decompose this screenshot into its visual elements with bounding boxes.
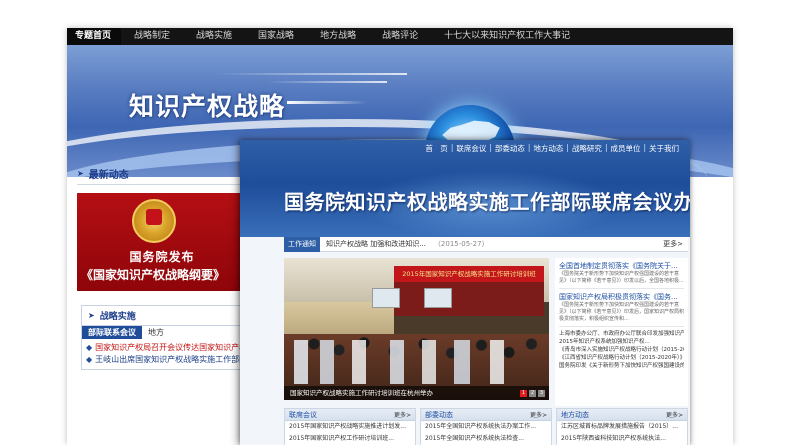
nav-member-units[interactable]: 成员单位: [607, 143, 643, 154]
notice-tag: 工作通知: [284, 236, 320, 252]
nav-ministry-news[interactable]: 部委动态: [492, 143, 528, 154]
implementation-tabs: 部际联系会议 地方: [82, 326, 250, 339]
headline-news-panel: 全国首地制定贯彻落实《国务院关于... 《国务院关于新形势下加快知识产权强国建设…: [555, 258, 688, 406]
nav-office-home[interactable]: 首 页: [422, 143, 451, 154]
pager-dot[interactable]: 1: [520, 390, 527, 397]
nav-joint-meeting[interactable]: 联席会议: [453, 143, 489, 154]
bullet-icon: ◆: [86, 343, 93, 352]
list-item[interactable]: ◆王岐山出席国家知识产权战略实施工作部际联席: [86, 354, 246, 366]
nav-strategy-implementation[interactable]: 战略实施: [183, 28, 245, 45]
emblem-center: [146, 209, 162, 225]
photo-screen: [372, 288, 400, 308]
nav-strategy-research[interactable]: 战略研究: [569, 143, 605, 154]
banner-streak: [267, 81, 387, 83]
headline-2-title[interactable]: 国家知识产权局积极贯彻落实《国务...: [559, 292, 684, 302]
office-title: 国务院知识产权战略实施工作部际联席会议办公室: [284, 190, 690, 214]
nav-about-us[interactable]: 关于我们: [646, 143, 682, 154]
nav-strategy-formulation[interactable]: 战略制定: [121, 28, 183, 45]
box-item[interactable]: 2015年陕西省科技知识产权系统执法...: [557, 433, 687, 445]
notice-more-link[interactable]: 更多>: [663, 239, 683, 249]
news-photo-slideshow[interactable]: 2015年国家知识产权战略实施工作研讨培训班 国家知识产权战略实施工作研讨培训班…: [284, 258, 549, 400]
implementation-heading-text: 战略实施: [99, 312, 136, 322]
nav-home[interactable]: 专题首页: [67, 28, 122, 45]
news-line[interactable]: 《青岛市深入实施知识产权战略行动计划（2015-2020...: [559, 346, 684, 354]
arrow-right-icon: ➤: [88, 311, 95, 320]
latest-news-section: ➤ 最新动态 国务院发布 《国家知识产权战略纲要》: [77, 166, 247, 291]
implementation-heading: ➤ 战略实施: [82, 306, 250, 326]
screenshot-stage: 专题首页 战略制定 战略实施 国家战略 地方战略 战略评论 十七大以来知识产权工…: [0, 0, 800, 445]
box-more-link[interactable]: 更多>: [666, 410, 683, 419]
notice-date: （2015-05-27）: [433, 240, 489, 248]
banner-line-1: 国务院发布: [129, 250, 195, 264]
tab-local[interactable]: 地方: [142, 326, 170, 339]
arrow-right-icon: ➤: [77, 169, 84, 178]
pager-dot[interactable]: 2: [529, 390, 536, 397]
topic-nav-bar: 专题首页 战略制定 战略实施 国家战略 地方战略 战略评论 十七大以来知识产权工…: [67, 28, 733, 45]
box-title: 联席会议: [289, 410, 317, 419]
list-item-text: 王岐山出席国家知识产权战略实施工作部际联席: [95, 355, 246, 364]
office-header: 首 页 | 联席会议 | 部委动态 | 地方动态 | 战略研究 | 成员单位 | 关于我们 …: [240, 140, 690, 240]
headline-1-summary: 《国务院关于新形势下加快知识产权强国建设的若干意见》（以下简称《若干意见》）印发…: [559, 271, 684, 284]
box-title: 部委动态: [425, 410, 453, 419]
box-header: 地方动态 更多>: [557, 409, 687, 421]
box-more-link[interactable]: 更多>: [394, 410, 411, 419]
news-line[interactable]: 上海市委办公厅、市政府办公厅联合印发加强知识产权...: [559, 330, 684, 338]
banner-streak: [217, 73, 407, 75]
photo-conference-banner: 2015年国家知识产权战略实施工作研讨培训班: [394, 266, 544, 282]
box-item[interactable]: 2015年国家知识产权战略实施推进计划发...: [285, 421, 415, 433]
box-item[interactable]: 2015年全国知识产权系统执法检查...: [421, 433, 551, 445]
local-news-box: 地方动态 更多> 江苏区城首标品牌发展措施报告（2015）... 2015年陕西省…: [556, 408, 688, 445]
box-title: 地方动态: [561, 410, 589, 419]
nav-local-news[interactable]: 地方动态: [530, 143, 566, 154]
slideshow-pager: 1 2 3: [520, 390, 545, 397]
nav-strategy-review[interactable]: 战略评论: [369, 28, 431, 45]
nav-local-strategy[interactable]: 地方战略: [307, 28, 369, 45]
news-line[interactable]: 2015年知识产权系统加强知识产权...: [559, 338, 684, 346]
banner-line-2: 《国家知识产权战略纲要》: [81, 268, 226, 282]
photo-screen: [424, 288, 452, 308]
news-line[interactable]: 国务院印发《关于新形势下加快知识产权强国建设的...: [559, 362, 684, 370]
list-item[interactable]: ◆ 国家知识产权局召开会议传达国家知识产权: [86, 342, 246, 354]
strategy-outline-banner[interactable]: 国务院发布 《国家知识产权战略纲要》: [77, 193, 247, 291]
box-more-link[interactable]: 更多>: [530, 410, 547, 419]
strategy-implementation-box: ➤ 战略实施 部际联系会议 地方 ◆ 国家知识产权局召开会议传达国家知识产权 ◆ 王…: [81, 305, 251, 370]
list-item-text: 国家知识产权局召开会议传达国家知识产权: [95, 343, 246, 352]
nav-milestones[interactable]: 十七大以来知识产权工作大事记: [431, 28, 583, 45]
nav-national-strategy[interactable]: 国家战略: [245, 28, 307, 45]
ministry-news-box: 部委动态 更多> 2015年全国知识产权系统执法办案工作... 2015年全国知识…: [420, 408, 552, 445]
joint-meeting-office-page: 首 页 | 联席会议 | 部委动态 | 地方动态 | 战略研究 | 成员单位 | 关于我们 …: [240, 140, 690, 445]
bullet-icon: ◆: [86, 355, 93, 364]
office-nav-bar: 首 页 | 联席会议 | 部委动态 | 地方动态 | 战略研究 | 成员单位 | 关于我们: [422, 143, 682, 154]
headline-1-title[interactable]: 全国首地制定贯彻落实《国务院关于...: [559, 261, 684, 271]
divider: [559, 326, 684, 327]
photo-caption: 国家知识产权战略实施工作研讨培训班在杭州举办: [284, 386, 549, 400]
divider: [559, 288, 684, 289]
latest-news-heading: ➤ 最新动态: [77, 166, 247, 185]
news-line[interactable]: 《江西省知识产权战略行动计划（2015-2020年）》印发: [559, 354, 684, 362]
pager-dot[interactable]: 3: [538, 390, 545, 397]
bottom-news-boxes: 联席会议 更多> 2015年国家知识产权战略实施推进计划发... 2015年国家知…: [284, 408, 690, 445]
latest-news-heading-text: 最新动态: [88, 170, 129, 181]
box-header: 联席会议 更多>: [285, 409, 415, 421]
photo-attendees-shirts: [294, 340, 544, 384]
banner-title-underline: [287, 101, 367, 104]
joint-meeting-box: 联席会议 更多> 2015年国家知识产权战略实施推进计划发... 2015年国家知…: [284, 408, 416, 445]
box-item[interactable]: 江苏区城首标品牌发展措施报告（2015）...: [557, 421, 687, 433]
tab-joint-meeting[interactable]: 部际联系会议: [82, 326, 142, 339]
box-header: 部委动态 更多>: [421, 409, 551, 421]
box-item[interactable]: 2015年全国知识产权系统执法办案工作...: [421, 421, 551, 433]
implementation-list: ◆ 国家知识产权局召开会议传达国家知识产权 ◆ 王岐山出席国家知识产权战略实施工作部…: [82, 339, 250, 369]
banner-title: 知识产权战略: [129, 92, 286, 121]
headline-2-summary: 《国务院关于新形势下加快知识产权强国建设的若干意见》（以下简称《若干意见》）印发…: [559, 302, 685, 322]
photo-stage-wall: [394, 282, 544, 316]
notice-link[interactable]: 知识产权战略 加强和改进知识...: [326, 239, 426, 249]
box-item[interactable]: 2015年国家知识产权工作研讨培训班...: [285, 433, 415, 445]
work-notice-bar: 工作通知 知识产权战略 加强和改进知识... （2015-05-27） 更多>: [284, 236, 688, 252]
